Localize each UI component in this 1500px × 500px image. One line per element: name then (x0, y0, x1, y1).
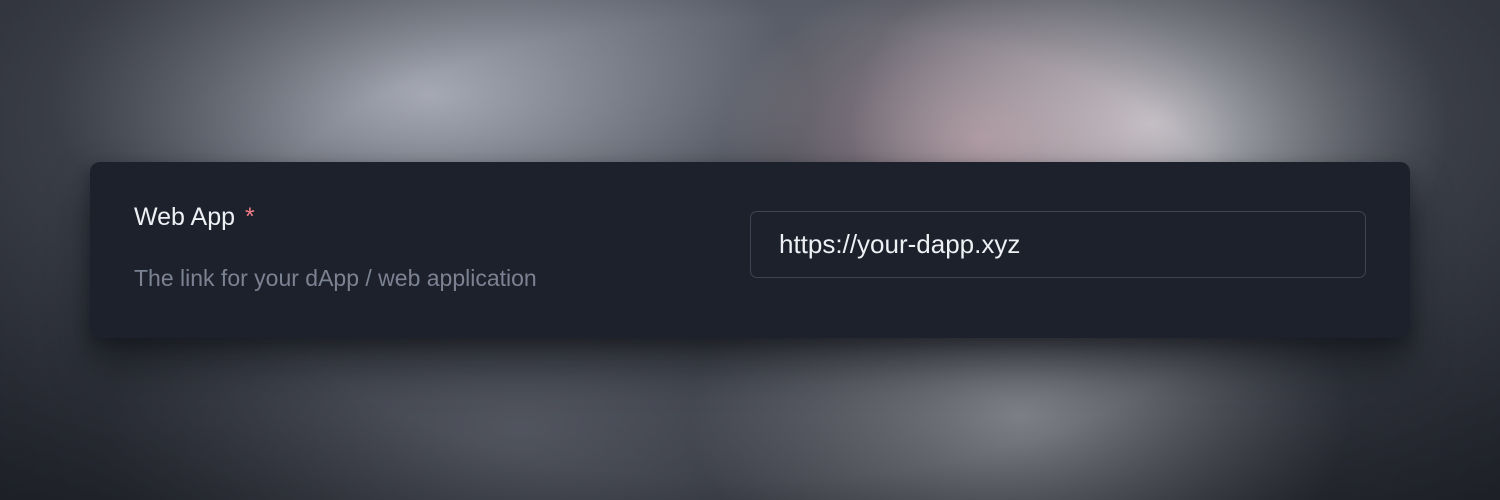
field-label: Web App * (134, 202, 255, 232)
required-marker: * (244, 203, 255, 231)
web-app-field-card: Web App * The link for your dApp / web a… (90, 162, 1410, 338)
web-app-url-input[interactable] (750, 211, 1366, 278)
field-label-text: Web App (134, 203, 236, 231)
field-description: The link for your dApp / web application (134, 265, 537, 291)
